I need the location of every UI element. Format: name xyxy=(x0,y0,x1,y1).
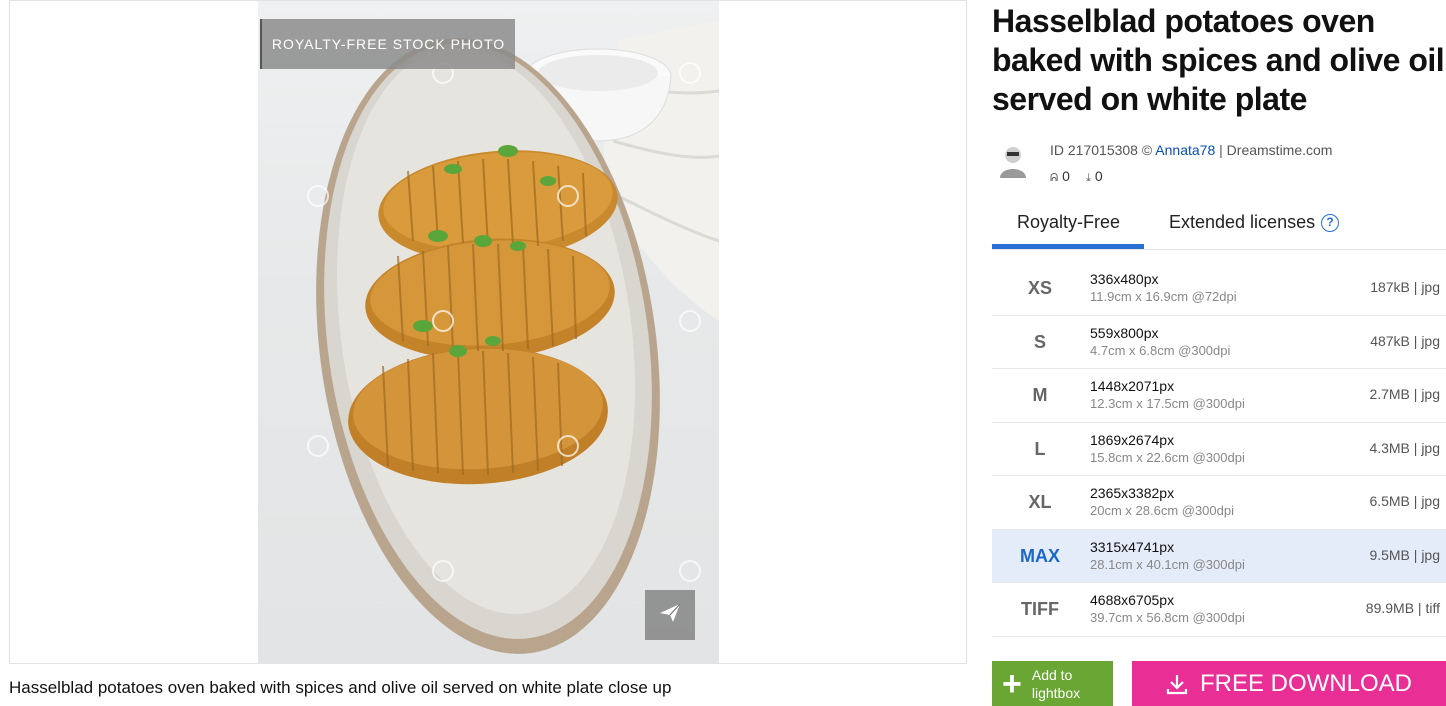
size-row-l[interactable]: L 1869x2674px 15.8cm x 22.6cm @300dpi 4.… xyxy=(992,423,1446,476)
size-row-xl[interactable]: XL 2365x3382px 20cm x 28.6cm @300dpi 6.5… xyxy=(992,476,1446,530)
size-file: 487kB | jpg xyxy=(1370,332,1440,349)
size-pixels: 1869x2674px xyxy=(1090,431,1175,448)
size-print: 4.7cm x 6.8cm @300dpi xyxy=(1090,342,1231,358)
downloads-count: 0 xyxy=(1094,168,1103,184)
size-print: 12.3cm x 17.5cm @300dpi xyxy=(1090,396,1245,411)
size-row-s[interactable]: S 559x800px 4.7cm x 6.8cm @300dpi 487kB … xyxy=(992,316,1446,369)
license-tabs: Royalty-Free Extended licenses? xyxy=(992,200,1446,250)
lightbox-label: Add to lightbox xyxy=(1032,666,1080,702)
size-code: MAX xyxy=(1020,545,1060,566)
lightbox-label-line1: Add to xyxy=(1031,666,1073,683)
download-small-icon: ⤓ xyxy=(1085,172,1091,184)
size-print: 39.7cm x 56.8cm @300dpi xyxy=(1090,610,1245,625)
size-pixels: 1448x2071px xyxy=(1090,378,1175,394)
page-title: Hasselblad potatoes oven baked with spic… xyxy=(992,3,1445,117)
size-pixels: 4688x6705px xyxy=(1090,592,1175,608)
tab-royalty-free[interactable]: Royalty-Free xyxy=(1017,212,1120,233)
eye-icon: ᕱ xyxy=(1050,172,1059,184)
author-avatar[interactable] xyxy=(998,144,1028,178)
size-row-xs[interactable]: XS 336x480px 11.9cm x 16.9cm @72dpi 187k… xyxy=(992,262,1446,316)
download-icon xyxy=(1166,673,1188,695)
size-print: 20cm x 28.6cm @300dpi xyxy=(1090,503,1234,518)
size-pixels: 2365x3382px xyxy=(1090,485,1175,501)
size-file: 187kB | jpg xyxy=(1370,279,1440,295)
downloads-stat: ⤓ 0 xyxy=(1086,168,1103,185)
size-row-m[interactable]: M 1448x2071px 12.3cm x 17.5cm @300dpi 2.… xyxy=(992,369,1446,423)
share-button[interactable] xyxy=(645,590,695,640)
image-frame: ROYALTY-FREE STOCK PHOTO xyxy=(9,0,967,664)
tab-extended-label: Extended licenses xyxy=(1169,212,1316,232)
size-file: 2.7MB | jpg xyxy=(1369,386,1440,402)
size-file: 89.9MB | tiff xyxy=(1365,600,1440,616)
site-name: | Dreamstime.com xyxy=(1219,142,1333,158)
size-code: S xyxy=(1033,331,1046,352)
size-print: 15.8cm x 22.6cm @300dpi xyxy=(1090,449,1245,465)
active-tab-indicator xyxy=(992,244,1144,249)
download-label: FREE DOWNLOAD xyxy=(1199,669,1412,697)
size-row-max[interactable]: MAX 3315x4741px 28.1cm x 40.1cm @300dpi … xyxy=(992,529,1446,583)
size-file: 4.3MB | jpg xyxy=(1369,439,1440,456)
size-pixels: 3315x4741px xyxy=(1090,538,1175,555)
free-download-button[interactable]: FREE DOWNLOAD xyxy=(1132,661,1446,706)
add-to-lightbox-button[interactable]: + Add to lightbox xyxy=(992,661,1113,706)
image-caption: Hasselblad potatoes oven baked with spic… xyxy=(9,678,672,697)
image-meta: ID 217015308 © Annata78 | Dreamstime.com xyxy=(1050,142,1332,158)
author-link[interactable]: Annata78 xyxy=(1155,142,1215,158)
size-pixels: 559x800px xyxy=(1090,324,1159,341)
size-print: 28.1cm x 40.1cm @300dpi xyxy=(1090,556,1245,572)
views-count: 0 xyxy=(1062,168,1070,184)
size-code: M xyxy=(1032,385,1048,405)
size-options-table: XS 336x480px 11.9cm x 16.9cm @72dpi 187k… xyxy=(992,262,1446,637)
size-pixels: 336x480px xyxy=(1090,271,1159,287)
image-id: ID 217015308 © xyxy=(1050,142,1153,158)
size-file: 6.5MB | jpg xyxy=(1369,493,1440,509)
views-stat: ᕱ0 xyxy=(1050,168,1070,185)
size-row-tiff[interactable]: TIFF 4688x6705px 39.7cm x 56.8cm @300dpi… xyxy=(992,583,1446,637)
royalty-free-badge: ROYALTY-FREE STOCK PHOTO xyxy=(260,19,515,69)
help-icon[interactable]: ? xyxy=(1321,214,1340,233)
image-stats: ᕱ0 ⤓ 0 xyxy=(1050,168,1103,185)
plus-icon: + xyxy=(1002,664,1022,703)
size-print: 11.9cm x 16.9cm @72dpi xyxy=(1090,289,1237,304)
tab-extended-licenses[interactable]: Extended licenses? xyxy=(1169,212,1340,233)
size-code: TIFF xyxy=(1021,599,1059,619)
stock-photo[interactable] xyxy=(258,1,719,663)
size-code: L xyxy=(1034,438,1046,459)
size-code: XS xyxy=(1027,278,1052,298)
size-file: 9.5MB | jpg xyxy=(1369,546,1440,563)
potatoes-illustration xyxy=(307,21,719,654)
size-code: XL xyxy=(1028,492,1052,512)
paper-plane-icon xyxy=(658,601,682,630)
lightbox-label-line2: lightbox xyxy=(1031,684,1081,701)
